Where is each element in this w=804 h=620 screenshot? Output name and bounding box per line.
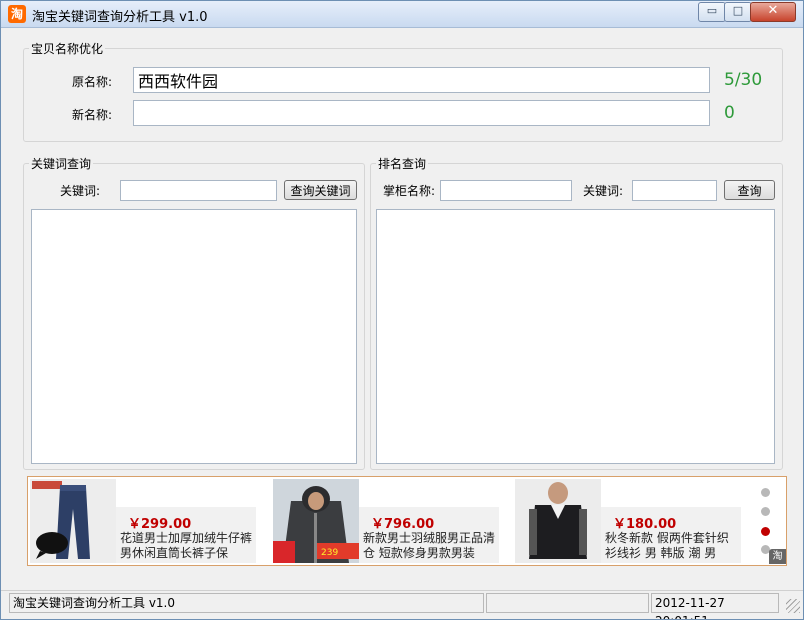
resize-grip-icon[interactable] bbox=[786, 599, 800, 613]
keyword-input[interactable] bbox=[120, 180, 277, 201]
window-title: 淘宝关键词查询分析工具 v1.0 bbox=[32, 10, 208, 25]
minimize-button[interactable]: ▭ bbox=[698, 2, 726, 22]
status-datetime: 2012-11-27 20:01:51 bbox=[651, 593, 779, 619]
app-window: 淘 淘宝关键词查询分析工具 v1.0 ▭ □ ✕ 宝贝名称优化 原名称: 5/3… bbox=[0, 0, 804, 620]
taobao-badge-icon: 淘 bbox=[769, 549, 786, 564]
ad-price: ￥180.00 bbox=[613, 517, 677, 532]
close-button[interactable]: ✕ bbox=[750, 2, 796, 22]
ad-price: ￥299.00 bbox=[128, 517, 192, 532]
rank-query-button[interactable]: 查询 bbox=[724, 180, 775, 200]
knit-sweater-thumbnail bbox=[515, 479, 601, 563]
jeans-image-icon bbox=[30, 479, 116, 563]
carousel-dot-3[interactable] bbox=[761, 527, 770, 536]
query-keyword-button[interactable]: 查询关键词 bbox=[284, 180, 357, 200]
rank-keyword-input[interactable] bbox=[632, 180, 717, 201]
taobao-app-icon: 淘 bbox=[8, 5, 26, 23]
keyword-query-title: 关键词查询 bbox=[29, 155, 94, 172]
status-bar: 淘宝关键词查询分析工具 v1.0 2012-11-27 20:01:51 bbox=[1, 590, 803, 619]
rank-keyword-label: 关键词: bbox=[582, 184, 623, 198]
rank-query-group: 排名查询 掌柜名称: 关键词: 查询 bbox=[370, 155, 783, 470]
rank-results-list[interactable] bbox=[376, 209, 775, 464]
keyword-label: 关键词: bbox=[59, 184, 100, 198]
ad-banner[interactable]: ￥299.00 花道男士加厚加绒牛仔裤男休闲直筒长裤子保 239 ￥796.00 bbox=[27, 476, 787, 566]
down-jacket-info: ￥796.00 新款男士羽绒服男正品清仓 短款修身男款男装 bbox=[359, 507, 499, 563]
new-name-char-count: 0 bbox=[724, 103, 735, 123]
knit-sweater-info: ￥180.00 秋冬新款 假两件套针织衫线衫 男 韩版 潮 男 bbox=[601, 507, 741, 563]
jeans-thumbnail bbox=[30, 479, 116, 563]
original-name-input[interactable] bbox=[133, 67, 710, 93]
original-name-char-count: 5/30 bbox=[724, 70, 763, 90]
shop-owner-input[interactable] bbox=[440, 180, 572, 201]
status-middle bbox=[486, 593, 649, 613]
ad-description: 秋冬新款 假两件套针织衫线衫 男 韩版 潮 男 bbox=[605, 531, 729, 560]
keyword-results-list[interactable] bbox=[31, 209, 357, 464]
knit-sweater-image-icon bbox=[515, 479, 601, 563]
new-name-label: 新名称: bbox=[71, 108, 112, 122]
carousel-dot-2[interactable] bbox=[761, 507, 770, 516]
rank-query-title: 排名查询 bbox=[376, 155, 429, 172]
down-jacket-thumbnail: 239 bbox=[273, 479, 359, 563]
title-bar[interactable]: 淘 淘宝关键词查询分析工具 v1.0 ▭ □ ✕ bbox=[1, 1, 803, 28]
name-optimization-title: 宝贝名称优化 bbox=[29, 40, 106, 57]
svg-text:239: 239 bbox=[321, 548, 338, 558]
ad-price: ￥796.00 bbox=[371, 517, 435, 532]
original-name-label: 原名称: bbox=[71, 75, 112, 89]
carousel-dot-1[interactable] bbox=[761, 488, 770, 497]
maximize-button[interactable]: □ bbox=[724, 2, 752, 22]
new-name-input[interactable] bbox=[133, 100, 710, 126]
keyword-query-group: 关键词查询 关键词: 查询关键词 bbox=[23, 155, 365, 470]
down-jacket-image-icon: 239 bbox=[273, 479, 359, 563]
name-optimization-group: 宝贝名称优化 原名称: 5/30 新名称: 0 bbox=[23, 40, 783, 142]
status-app-name: 淘宝关键词查询分析工具 v1.0 bbox=[9, 593, 484, 613]
ad-description: 花道男士加厚加绒牛仔裤男休闲直筒长裤子保 bbox=[120, 531, 253, 560]
ad-description: 新款男士羽绒服男正品清仓 短款修身男款男装 bbox=[363, 531, 496, 560]
jeans-info: ￥299.00 花道男士加厚加绒牛仔裤男休闲直筒长裤子保 bbox=[116, 507, 256, 563]
shop-owner-label: 掌柜名称: bbox=[382, 184, 435, 198]
